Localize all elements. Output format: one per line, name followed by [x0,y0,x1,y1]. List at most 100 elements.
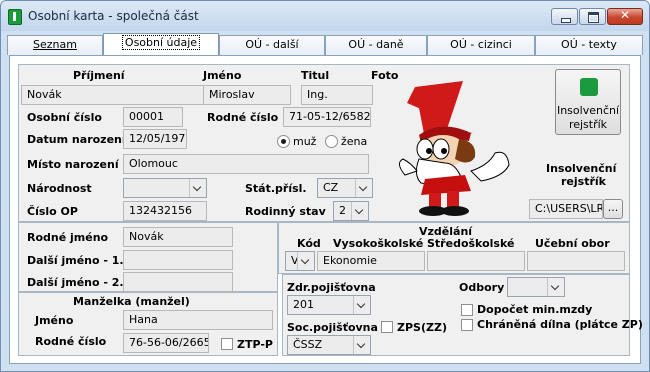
tab-page-osobni-udaje: Příjmení Jméno Titul Foto Novák Miroslav… [9,55,643,364]
prijmeni-field[interactable]: Novák [21,85,207,105]
spouse-heading: Manželka (manžel) [73,295,190,308]
zena-label: žena [341,135,368,148]
rodne-jmeno-label: Rodné jméno [27,231,109,244]
stat-prisl-dropdown[interactable]: CZ [317,178,373,198]
tab-ou-cizinci[interactable]: OÚ - cizinci [427,35,535,55]
spouse-panel: Manželka (manžel) Jméno Hana Rodné číslo… [18,292,278,356]
insolvency-button-label: Insolvenční [556,104,620,117]
dalsi-jmeno-1-field[interactable] [123,250,233,270]
soc-pojistovna-dropdown[interactable]: ČSSZ [287,335,371,355]
prijmeni-label: Příjmení [73,69,125,82]
rodne-jmeno-field[interactable]: Novák [123,227,233,247]
tab-ou-dane[interactable]: OÚ - daně [325,35,427,55]
tab-label: Osobní údaje [121,35,201,50]
spouse-jmeno-field[interactable]: Hana [123,310,273,330]
title-bar[interactable]: Osobní karta - společná část ✕ [1,1,649,31]
cislo-op-field[interactable]: 132432156 [123,201,207,221]
insolvency-heading: Insolvenční [546,162,617,175]
rodne-cislo-label: Rodné číslo [207,111,279,124]
close-button[interactable]: ✕ [607,8,643,25]
chevron-down-icon [297,252,314,270]
tab-ou-texty[interactable]: OÚ - texty [535,35,643,55]
photo-image [399,81,510,216]
titul-label: Titul [301,69,330,82]
stat-prisl-label: Stát.přísl. [245,182,307,195]
tab-label: OÚ - texty [561,38,617,51]
stredoskolske-field[interactable] [427,251,525,271]
cislo-op-label: Číslo OP [27,205,78,218]
close-icon: ✕ [619,8,631,22]
osobni-cislo-field[interactable]: 00001 [123,107,183,127]
dopocet-label: Dopočet min.mzdy [477,303,593,316]
names-panel: Rodné jméno Novák Další jméno - 1. Další… [18,222,278,292]
vysokoskolske-label: Vysokoškolské [333,237,424,250]
main-window: Osobní karta - společná část ✕ Seznam Os… [0,0,650,372]
chevron-down-icon [351,202,368,220]
rodinny-stav-label: Rodinný stav [245,205,326,218]
ucebni-obor-label: Učební obor [535,237,610,250]
dalsi-jmeno-2-field[interactable] [123,272,233,292]
tab-label: OÚ - cizinci [450,38,512,51]
rodinny-stav-value: 2 [339,204,346,217]
ztp-p-checkbox[interactable] [221,338,233,350]
dopocet-checkbox[interactable] [461,304,473,316]
soc-pojistovna-label: Soc.pojišťovna [287,321,378,334]
app-icon [8,9,22,25]
kod-label: Kód [297,237,321,250]
misto-narozeni-field[interactable]: Olomouc [123,154,369,174]
narodnost-dropdown[interactable] [123,178,207,198]
rodinny-stav-dropdown[interactable]: 2 [333,201,369,221]
narodnost-label: Národnost [27,182,92,195]
zps-checkbox[interactable] [381,321,393,333]
odbory-dropdown[interactable] [507,277,565,297]
datum-narozeni-label: Datum narození [27,133,126,146]
chranena-dilna-checkbox[interactable] [461,319,473,331]
jmeno-label: Jméno [203,69,242,82]
tab-osobni-udaje[interactable]: Osobní údaje [103,33,219,55]
zena-radio[interactable] [325,135,338,148]
osobni-cislo-label: Osobní číslo [27,111,102,124]
insolvency-icon [580,78,598,96]
misto-narozeni-label: Místo narození [27,158,119,171]
insurance-panel: Zdr.pojišťovna 201 Soc.pojišťovna ČSSZ Z… [282,274,643,356]
dalsi-jmeno-2-label: Další jméno - 2. [27,276,124,289]
datum-narozeni-field[interactable]: 12/05/1971 [123,129,187,149]
insolvency-path-field[interactable]: C:\USERS\LR [529,199,603,219]
spouse-jmeno-label: Jméno [35,314,74,327]
chevron-down-icon [189,179,206,197]
ucebni-obor-field[interactable] [527,251,625,271]
tab-label: OÚ - daně [348,38,404,51]
vysokoskolske-field[interactable]: Ekonomie [317,251,425,271]
insolvency-button-label: rejstřík [568,118,608,131]
tab-seznam[interactable]: Seznam [7,35,103,55]
chevron-down-icon [547,278,564,296]
maximize-button[interactable] [579,8,606,25]
spouse-rodne-cislo-field[interactable]: 76-56-06/2665 [123,333,209,353]
muz-radio[interactable] [277,135,290,148]
tab-label: Seznam [33,38,77,51]
stredoskolske-label: Středoškolské [427,237,515,250]
browse-button[interactable]: ... [603,199,623,219]
spouse-rodne-cislo-label: Rodné číslo [35,335,107,348]
chevron-down-icon [353,336,370,354]
zps-label: ZPS(ZZ) [397,321,447,334]
rodne-cislo-field[interactable]: 71-05-12/6582 [283,107,371,127]
chevron-down-icon [353,296,370,314]
education-panel: Vzdělání Kód Vysokoškolské Středoškolské… [278,222,630,274]
odbory-label: Odbory [459,281,505,294]
dalsi-jmeno-1-label: Další jméno - 1. [27,254,124,267]
tab-label: OÚ - další [245,38,299,51]
ztp-p-label: ZTP-P [237,338,273,351]
jmeno-field[interactable]: Miroslav [203,85,291,105]
insolvency-heading: rejstřík [561,175,606,188]
tab-ou-dalsi[interactable]: OÚ - další [219,35,325,55]
personal-panel: Příjmení Jméno Titul Foto Novák Miroslav… [18,64,630,222]
tab-bar: Seznam Osobní údaje OÚ - další OÚ - daně… [7,33,645,55]
insolvency-button[interactable]: Insolvenční rejstřík [555,69,621,135]
kod-dropdown[interactable]: V [285,251,315,271]
titul-field[interactable]: Ing. [301,85,373,105]
soc-pojistovna-value: ČSSZ [293,338,323,351]
minimize-button[interactable] [551,8,578,25]
chevron-down-icon [355,179,372,197]
zdr-pojistovna-dropdown[interactable]: 201 [287,295,371,315]
